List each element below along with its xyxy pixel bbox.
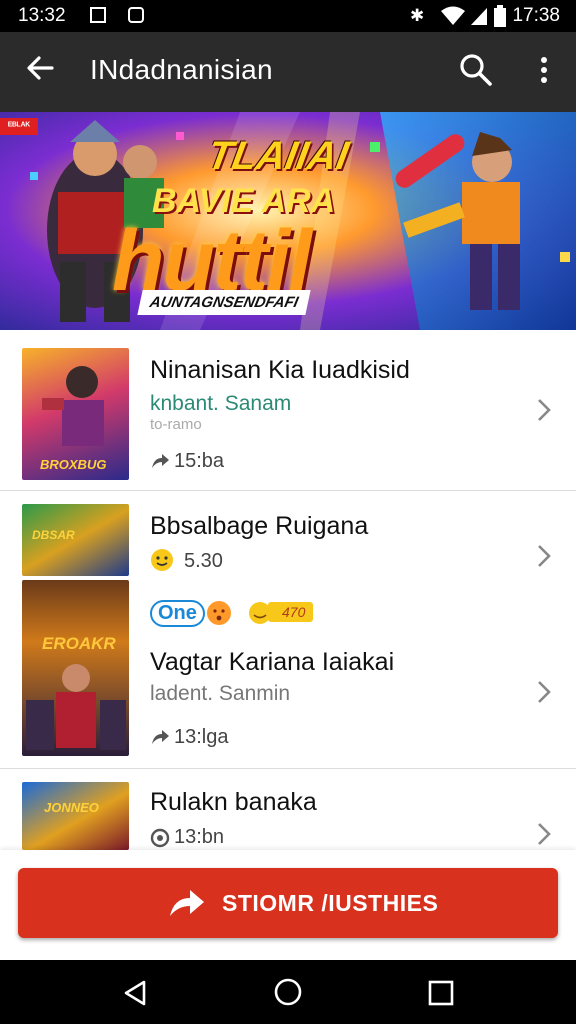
game-thumbnail: EROAKR <box>22 580 129 756</box>
item-title: Bbsalbage Ruigana <box>150 512 369 540</box>
share-arrow-icon <box>170 890 204 916</box>
thumbnail-caption: BROXBUG <box>40 457 107 472</box>
item-meta: 13:bn <box>174 826 225 848</box>
primary-action-button[interactable]: STIOMR /IUSTHIES <box>18 868 558 938</box>
game-thumbnail: DBSAR <box>22 504 129 576</box>
item-meta: 13:lga <box>174 726 229 748</box>
banner-title-line1: TLAIIAI <box>204 134 352 178</box>
item-title: Rulakn banaka <box>150 788 317 816</box>
divider <box>0 768 576 769</box>
banner-subtitle: AUNTAGNSENDFAFI <box>137 290 311 315</box>
bluetooth-icon: ✱ <box>410 6 425 25</box>
status-time-left: 13:32 <box>18 5 66 26</box>
notification-icon <box>90 7 106 23</box>
banner-tag: ᴱᴮᴸᴬᴷ <box>0 118 39 135</box>
item-small-text: to-ramo <box>150 416 202 433</box>
share-arrow-icon <box>152 454 169 468</box>
game-thumbnail: JONNEO <box>22 782 129 850</box>
page-title: INdadnanisian <box>90 54 273 85</box>
comment-icon <box>150 828 170 848</box>
nav-recents-icon[interactable] <box>428 980 454 1006</box>
item-meta: 15:ba <box>174 450 225 472</box>
wifi-icon <box>441 6 465 25</box>
battery-icon <box>494 5 506 27</box>
game-thumbnail: BROXBUG <box>22 348 129 480</box>
list-item[interactable]: JONNEO Rulakn banaka 13:bn <box>0 770 576 850</box>
search-icon[interactable] <box>458 52 494 88</box>
item-subtitle: ladent. Sanmin <box>150 682 291 705</box>
item-title: Ninanisan Kia Iuadkisid <box>150 356 410 384</box>
status-bar: 13:32 ✱ 17:38 <box>0 0 576 32</box>
emoji-icon <box>151 549 173 571</box>
thumbnail-caption: EROAKR <box>42 634 116 653</box>
chevron-right-icon <box>538 399 551 421</box>
divider <box>0 490 576 491</box>
nav-home-icon[interactable] <box>272 976 304 1008</box>
system-nav-bar <box>0 960 576 1024</box>
list-item[interactable]: DBSAR Bbsalbage Ruigana 5.30 <box>0 492 576 578</box>
item-title: Vagtar Kariana Iaiakai <box>150 648 395 676</box>
share-arrow-icon <box>152 730 169 744</box>
item-subtitle: knbant. Sanam <box>150 392 292 415</box>
primary-action-label: STIOMR /IUSTHIES <box>222 890 439 916</box>
thumbnail-caption: DBSAR <box>32 528 75 542</box>
promo-banner[interactable]: ᴱᴮᴸᴬᴷ TLAIIAI BAVIE ARA huttil AUNTAGNSE… <box>0 112 576 330</box>
thumbnail-caption: JONNEO <box>44 800 99 815</box>
chevron-right-icon <box>538 681 551 703</box>
back-arrow-icon[interactable] <box>24 52 56 84</box>
list-item[interactable]: BROXBUG Ninanisan Kia Iuadkisid knbant. … <box>0 340 576 490</box>
item-meta: 5.30 <box>184 550 223 572</box>
thumbnail-art <box>26 664 126 750</box>
chevron-right-icon <box>538 545 551 567</box>
list-item[interactable]: EROAKR Vagtar Kariana Iaiakai ladent. Sa… <box>0 580 576 766</box>
status-time-right: 17:38 <box>512 5 560 26</box>
chevron-right-icon <box>538 823 551 845</box>
app-bar: INdadnanisian <box>0 32 576 112</box>
signal-icon <box>471 8 487 25</box>
nav-back-icon[interactable] <box>120 978 150 1008</box>
more-vert-icon[interactable] <box>532 54 556 86</box>
notification-icon-2 <box>128 7 144 23</box>
